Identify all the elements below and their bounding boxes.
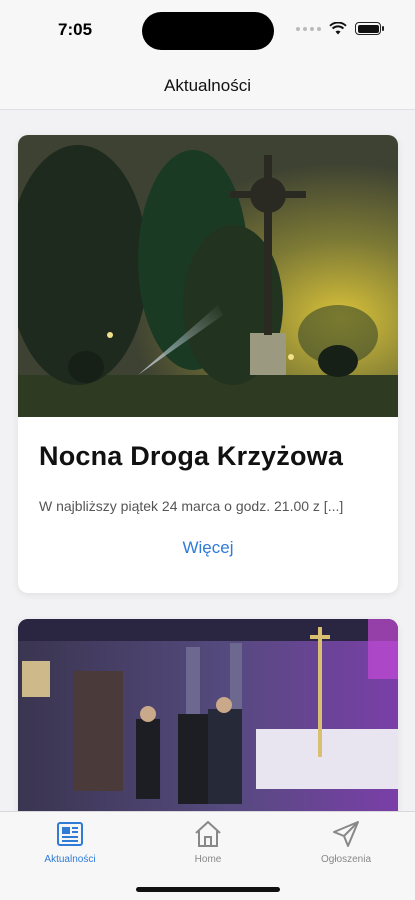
dynamic-island — [142, 12, 274, 50]
news-title: Nocna Droga Krzyżowa — [39, 441, 344, 471]
newspaper-icon — [57, 822, 83, 846]
read-more-link[interactable]: Więcej — [39, 538, 377, 558]
news-excerpt: W najbliższy piątek 24 marca o godz. 21.… — [39, 498, 344, 514]
tab-label: Home — [194, 854, 222, 865]
status-bar: 7:05 — [0, 0, 415, 62]
news-card[interactable] — [18, 619, 398, 811]
news-list[interactable]: Nocna Droga Krzyżowa W najbliższy piątek… — [0, 110, 415, 811]
battery-icon — [355, 22, 384, 35]
wifi-icon — [329, 22, 347, 35]
tab-ogloszenia[interactable]: Ogłoszenia — [286, 818, 406, 865]
news-card[interactable]: Nocna Droga Krzyżowa W najbliższy piątek… — [18, 135, 398, 593]
status-icons — [296, 22, 384, 35]
tab-aktualnosci[interactable]: Aktualności — [10, 818, 130, 865]
news-image — [18, 619, 398, 811]
tab-home[interactable]: Home — [148, 818, 268, 865]
tab-label: Aktualności — [44, 854, 96, 865]
news-image — [18, 135, 398, 417]
navigation-bar: Aktualności — [0, 62, 415, 110]
paper-plane-icon — [333, 821, 359, 847]
home-icon — [195, 821, 221, 847]
home-indicator[interactable] — [136, 887, 280, 892]
status-time: 7:05 — [58, 20, 93, 39]
tab-label: Ogłoszenia — [320, 854, 372, 865]
page-title: Aktualności — [164, 75, 251, 95]
signal-icon — [296, 26, 321, 31]
